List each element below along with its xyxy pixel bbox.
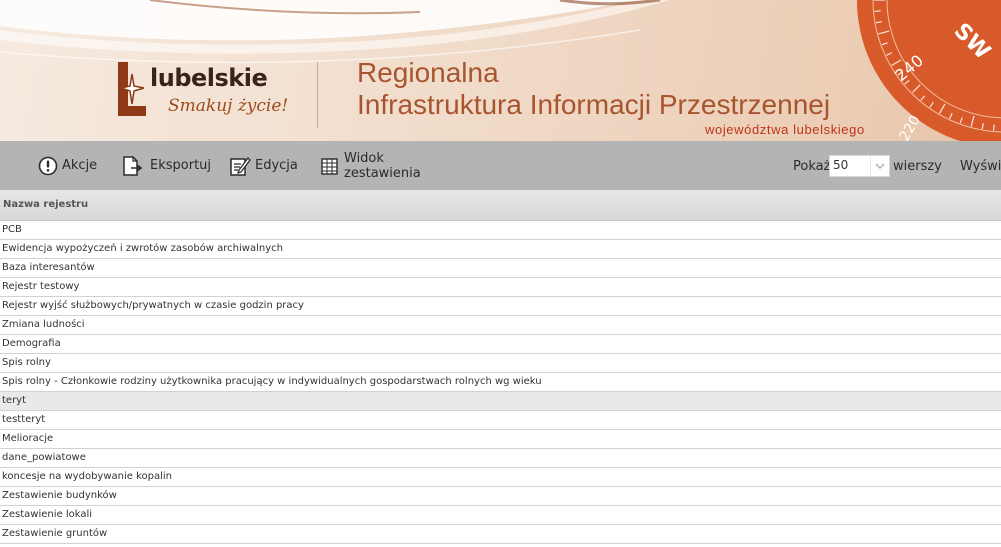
header-banner: 240 SW 220 lubelskie Smakuj życie! Regio… bbox=[0, 0, 1001, 141]
table-row[interactable]: Rejestr testowy bbox=[0, 278, 1001, 297]
eksportuj-label: Eksportuj bbox=[150, 158, 212, 173]
table-row[interactable]: koncesje na wydobywanie kopalin bbox=[0, 468, 1001, 487]
table-cell-name: Zestawienie budynków bbox=[2, 490, 117, 501]
table-cell-name: Melioracje bbox=[2, 433, 54, 444]
exclamation-circle-icon bbox=[38, 156, 58, 175]
table-cell-name: Zestawienie lokali bbox=[2, 509, 93, 520]
rows-unit-label: wierszy bbox=[893, 159, 942, 174]
edycja-button[interactable]: Edycja bbox=[229, 141, 298, 190]
table-header: Nazwa rejestru bbox=[0, 190, 1001, 221]
table-row[interactable]: Ewidencja wypożyczeń i zwrotów zasobów a… bbox=[0, 240, 1001, 259]
rows-per-page-select[interactable]: 50 bbox=[829, 155, 890, 177]
table-row[interactable]: Melioracje bbox=[0, 430, 1001, 449]
lubelskie-logo[interactable]: lubelskie Smakuj życie! bbox=[116, 60, 288, 122]
edit-note-icon bbox=[230, 156, 251, 176]
edycja-label: Edycja bbox=[255, 158, 298, 173]
rows-per-page-label: Pokaż bbox=[793, 159, 831, 174]
table-cell-name: Spis rolny bbox=[2, 357, 51, 368]
eksportuj-button[interactable]: Eksportuj bbox=[122, 141, 211, 190]
akcje-button[interactable]: Akcje bbox=[38, 141, 97, 190]
table-cell-name: Ewidencja wypożyczeń i zwrotów zasobów a… bbox=[2, 243, 283, 254]
table-cell-name: Demografia bbox=[2, 338, 61, 349]
compass-decoration: 240 SW 220 bbox=[857, 0, 1001, 141]
table-row[interactable]: Zestawienie budynków bbox=[0, 487, 1001, 506]
banner-divider bbox=[317, 62, 318, 128]
logo-slogan: Smakuj życie! bbox=[168, 96, 289, 116]
table-row[interactable]: teryt bbox=[0, 392, 1001, 411]
logo-wordmark: lubelskie bbox=[150, 64, 268, 92]
table-row[interactable]: Zmiana ludności bbox=[0, 316, 1001, 335]
table-cell-name: testteryt bbox=[2, 414, 46, 425]
table-cell-name: Rejestr testowy bbox=[2, 281, 80, 292]
logo-mark-icon bbox=[118, 62, 146, 116]
table-cell-name: Spis rolny - Członkowie rodziny użytkown… bbox=[2, 376, 542, 387]
table-cell-name: dane_powiatowe bbox=[2, 452, 86, 463]
export-document-icon bbox=[123, 155, 143, 176]
table-cell-name: Rejestr wyjść służbowych/prywatnych w cz… bbox=[2, 300, 304, 311]
table-row[interactable]: Spis rolny - Członkowie rodziny użytkown… bbox=[0, 373, 1001, 392]
table-row[interactable]: dane_powiatowe bbox=[0, 449, 1001, 468]
grid-table-icon bbox=[321, 157, 338, 175]
table-cell-name: Zestawienie gruntów bbox=[2, 528, 108, 539]
column-header-nazwa-rejestru[interactable]: Nazwa rejestru bbox=[3, 199, 88, 210]
table-row[interactable]: PCB bbox=[0, 221, 1001, 240]
table-cell-name: PCB bbox=[2, 224, 22, 235]
table-row[interactable]: Zestawienie gruntów bbox=[0, 525, 1001, 544]
akcje-label: Akcje bbox=[62, 158, 98, 173]
chevron-down-icon[interactable] bbox=[870, 156, 889, 176]
widok-zestawienia-label: Widok zestawienia bbox=[344, 150, 421, 181]
table-cell-name: teryt bbox=[2, 395, 27, 406]
table-row[interactable]: Baza interesantów bbox=[0, 259, 1001, 278]
table-row[interactable]: Demografia bbox=[0, 335, 1001, 354]
rows-per-page-value: 50 bbox=[833, 158, 849, 172]
table-cell-name: koncesje na wydobywanie kopalin bbox=[2, 471, 173, 482]
table-row[interactable]: testteryt bbox=[0, 411, 1001, 430]
table-row[interactable]: Rejestr wyjść służbowych/prywatnych w cz… bbox=[0, 297, 1001, 316]
table-cell-name: Zmiana ludności bbox=[2, 319, 85, 330]
site-title-line2: Infrastruktura Informacji Przestrzennej bbox=[357, 89, 831, 120]
table-cell-name: Baza interesantów bbox=[2, 262, 95, 273]
table-row[interactable]: Spis rolny bbox=[0, 354, 1001, 373]
registry-table-body: PCB Ewidencja wypożyczeń i zwrotów zasobó… bbox=[0, 221, 1001, 544]
table-row[interactable]: Zestawienie lokali bbox=[0, 506, 1001, 525]
view-options-button[interactable]: Wyświe bbox=[960, 159, 1001, 174]
site-title-line1: Regionalna bbox=[357, 57, 499, 88]
widok-zestawienia-button[interactable]: Widok zestawienia bbox=[320, 141, 424, 190]
site-subtitle: województwa lubelskiego bbox=[705, 122, 865, 137]
